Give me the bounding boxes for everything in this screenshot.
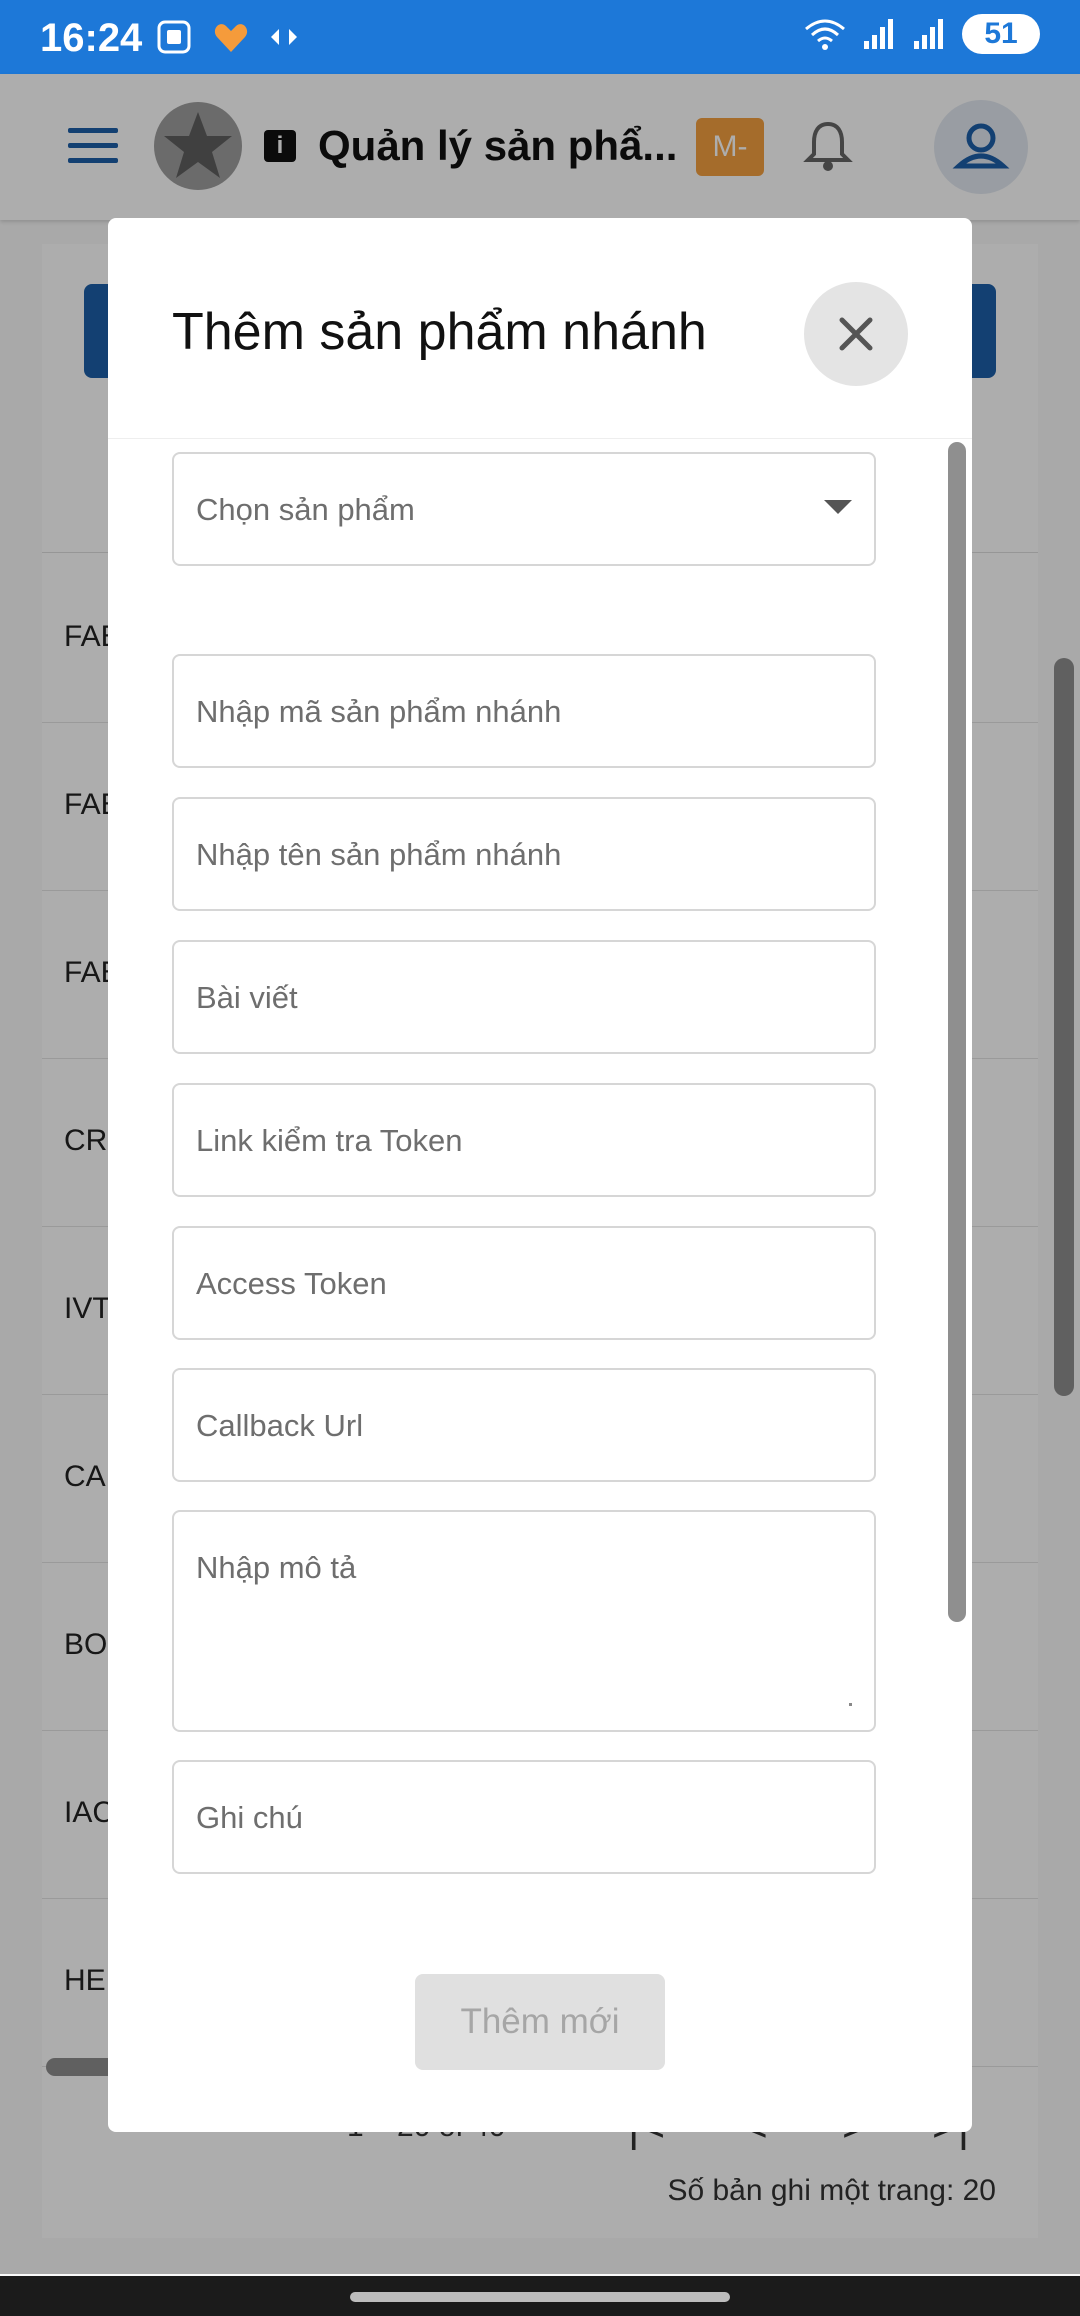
dialog-scrollbar[interactable]: [948, 442, 966, 1622]
system-nav-bar: [0, 2276, 1080, 2316]
access-token-input[interactable]: Access Token: [172, 1226, 876, 1340]
status-time: 16:24: [40, 16, 143, 60]
dialog-divider: [108, 438, 972, 439]
description-textarea[interactable]: Nhập mô tả: [172, 1510, 876, 1732]
chevron-down-icon: [824, 500, 852, 514]
close-button[interactable]: [804, 282, 908, 386]
note-placeholder: Ghi chú: [196, 1800, 303, 1835]
product-select[interactable]: Chọn sản phẩm: [172, 452, 876, 566]
battery-level: 51: [984, 17, 1018, 50]
resize-handle-icon[interactable]: [849, 1703, 852, 1706]
wifi-icon: [805, 19, 845, 50]
dialog-form: Chọn sản phẩm Nhập mã sản phẩm nhánh Nhậ…: [108, 440, 972, 2090]
callback-url-input[interactable]: Callback Url: [172, 1368, 876, 1482]
home-indicator[interactable]: [350, 2292, 730, 2302]
note-input[interactable]: Ghi chú: [172, 1760, 876, 1874]
add-new-button[interactable]: Thêm mới: [415, 1974, 665, 2070]
token-check-link-input[interactable]: Link kiểm tra Token: [172, 1083, 876, 1197]
token-check-link-placeholder: Link kiểm tra Token: [196, 1123, 463, 1158]
branch-code-input[interactable]: Nhập mã sản phẩm nhánh: [172, 654, 876, 768]
add-branch-product-dialog: Thêm sản phẩm nhánh Chọn sản phẩm Nhập m…: [108, 218, 972, 2132]
heart-icon: [214, 24, 248, 52]
status-icons-left: [155, 18, 299, 56]
article-placeholder: Bài viết: [196, 980, 298, 1015]
branch-name-placeholder: Nhập tên sản phẩm nhánh: [196, 837, 562, 872]
status-icons-right: 51: [804, 14, 1040, 54]
status-bar: 16:24 51: [0, 0, 1080, 74]
branch-code-placeholder: Nhập mã sản phẩm nhánh: [196, 694, 562, 729]
product-select-placeholder: Chọn sản phẩm: [196, 492, 415, 527]
callback-url-placeholder: Callback Url: [196, 1408, 364, 1443]
signal-icon: [914, 19, 943, 49]
dialog-title: Thêm sản phẩm nhánh: [172, 303, 707, 361]
close-icon: [839, 317, 873, 351]
branch-name-input[interactable]: Nhập tên sản phẩm nhánh: [172, 797, 876, 911]
article-input[interactable]: Bài viết: [172, 940, 876, 1054]
battery-icon: 51: [962, 14, 1040, 54]
screenshot-icon: [157, 20, 191, 54]
signal-icon: [864, 19, 893, 49]
access-token-placeholder: Access Token: [196, 1266, 387, 1301]
description-placeholder: Nhập mô tả: [196, 1550, 357, 1585]
arrows-icon: [271, 29, 297, 45]
